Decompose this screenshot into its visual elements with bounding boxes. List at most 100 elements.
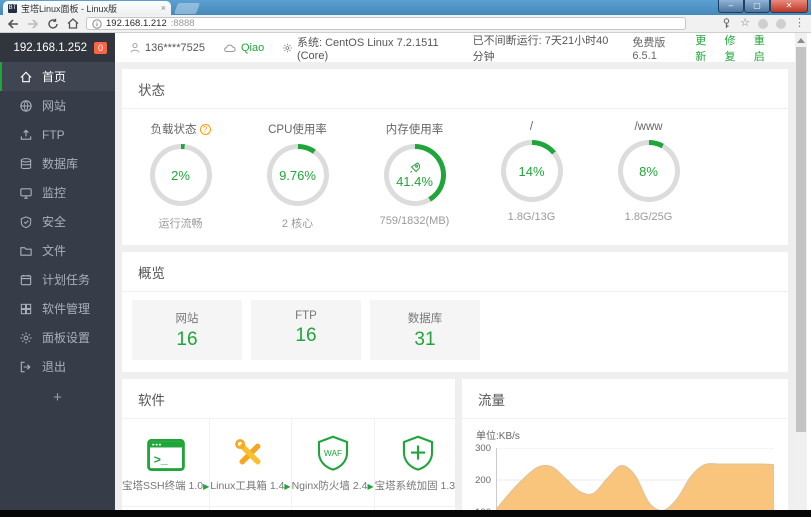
more-arrow-icon: ▶	[203, 482, 210, 491]
extension-icon[interactable]	[776, 18, 786, 29]
favicon-icon: BT	[8, 3, 17, 13]
restart-link[interactable]: 重启	[754, 32, 773, 64]
account-phone[interactable]: 136****7525	[129, 42, 205, 54]
info-icon[interactable]	[92, 18, 102, 29]
card-value: 31	[414, 329, 436, 350]
overview-card-database[interactable]: 数据库 31	[370, 300, 480, 360]
sidebar-item-database[interactable]: 数据库	[0, 149, 115, 178]
browser-window: BT 宝塔Linux面板 - Linux版 × – ▢ ✕ 192.168.1.…	[0, 0, 811, 517]
sidebar-item-ftp[interactable]: FTP	[0, 120, 115, 149]
shield-check-icon	[20, 215, 32, 228]
monitor-icon	[20, 187, 32, 199]
gauge-load: 负载状态? 2% 运行流畅	[122, 121, 239, 231]
status-title: 状态	[122, 69, 788, 109]
gauge-sub: 2 核心	[281, 218, 314, 230]
system-info: 系统: CentOS Linux 7.2.1511 (Core)	[282, 34, 454, 62]
chart-unit-label: 单位:KB/s	[476, 431, 520, 442]
gauge-label: /www	[634, 121, 663, 133]
menu-dots-icon[interactable]: ⋮	[794, 18, 805, 29]
sidebar-item-settings[interactable]: 面板设置	[0, 323, 115, 352]
gauge-label: 内存使用率	[385, 124, 444, 136]
sidebar-item-logout[interactable]: 退出	[0, 352, 115, 381]
tools-icon	[232, 419, 268, 471]
panel-header: 192.168.1.252 0 136****7525 Qiao 系统: Cen…	[0, 32, 811, 64]
sidebar-item-files[interactable]: 文件	[0, 236, 115, 265]
sidebar-item-monitor[interactable]: 监控	[0, 178, 115, 207]
status-panel: 状态 负载状态? 2% 运行流畅 CPU使用率 9.76% 2 核心 内存使用率…	[122, 69, 788, 245]
refresh-icon[interactable]	[46, 17, 59, 30]
message-badge[interactable]: 0	[93, 41, 107, 54]
scrollbar-up-icon[interactable]	[797, 38, 805, 43]
overview-card-sites[interactable]: 网站 16	[132, 300, 242, 360]
card-label: FTP	[295, 310, 317, 322]
sidebar-item-website[interactable]: 网站	[0, 91, 115, 120]
sidebar-item-software[interactable]: 软件管理	[0, 294, 115, 323]
overview-title: 概览	[122, 252, 788, 292]
grid-icon	[20, 303, 32, 314]
software-item-linux-toolbox[interactable]: Linux工具箱 1.4▶	[210, 419, 292, 507]
more-arrow-icon: ▶	[367, 482, 374, 491]
upload-icon	[20, 129, 32, 140]
home-nav-icon[interactable]	[66, 17, 79, 30]
card-value: 16	[176, 329, 198, 350]
browser-tab[interactable]: BT 宝塔Linux面板 - Linux版 ×	[3, 1, 171, 15]
sidebar-expand-button[interactable]: +	[0, 381, 115, 406]
software-item-system-hardening[interactable]: 宝塔系统加固 1.3▶	[374, 419, 455, 507]
url-bar[interactable]: 192.168.1.212:8888	[86, 17, 686, 30]
software-title: 软件	[122, 379, 455, 419]
gauge-label: /	[529, 121, 534, 133]
minimize-button[interactable]: –	[718, 0, 744, 13]
cloud-chat-icon	[224, 44, 236, 52]
gauge-value: 41.4%	[396, 173, 433, 189]
key-icon[interactable]	[721, 18, 732, 29]
traffic-panel: 流量 单位:KB/s 100200300	[462, 379, 788, 510]
chart-series-upstream	[496, 463, 774, 510]
gauge-ring: 9.76%	[266, 144, 329, 206]
extension-icon[interactable]	[758, 18, 768, 29]
new-tab-button[interactable]	[173, 3, 201, 14]
tab-title: 宝塔Linux面板 - Linux版	[21, 3, 118, 14]
user-icon	[130, 42, 140, 53]
sidebar: 首页 网站 FTP 数据库 监控 安全 文件 计划任务 软件管理 面板设置 退出…	[0, 62, 115, 510]
gauge-label: 负载状态	[150, 124, 197, 136]
url-host: 192.168.1.212	[106, 18, 167, 29]
overview-card-ftp[interactable]: FTP 16	[251, 300, 361, 360]
gauge-sub: 运行流畅	[158, 218, 203, 230]
main-content: 状态 负载状态? 2% 运行流畅 CPU使用率 9.76% 2 核心 内存使用率…	[115, 62, 795, 510]
maximize-button[interactable]: ▢	[744, 0, 770, 13]
tab-close-icon[interactable]: ×	[161, 3, 166, 13]
browser-toolbar: 192.168.1.212:8888 ☆ ⋮	[0, 15, 811, 33]
account-name[interactable]: Qiao	[223, 42, 264, 54]
gauge-ring: 2%	[149, 144, 212, 206]
page-scrollbar[interactable]	[795, 33, 807, 510]
back-icon[interactable]	[6, 17, 19, 30]
gauge-sub: 1.8G/25G	[624, 211, 673, 223]
url-port: :8888	[170, 18, 195, 29]
gauge-ring: 8%	[617, 140, 680, 202]
gear-icon	[283, 43, 292, 52]
software-item-nginx-waf[interactable]: WAF Nginx防火墙 2.4▶	[291, 419, 375, 507]
forward-icon[interactable]	[26, 17, 39, 30]
gauge-value: 9.76%	[279, 167, 316, 183]
calendar-icon	[20, 274, 32, 285]
bookmark-star-icon[interactable]: ☆	[740, 18, 750, 29]
sidebar-item-cron[interactable]: 计划任务	[0, 265, 115, 294]
globe-icon	[20, 99, 32, 112]
sidebar-item-home[interactable]: 首页	[0, 62, 115, 91]
help-icon[interactable]: ?	[199, 123, 211, 135]
sidebar-item-security[interactable]: 安全	[0, 207, 115, 236]
card-value: 16	[295, 325, 317, 346]
gauge-value: 14%	[518, 163, 545, 179]
repair-link[interactable]: 修复	[725, 32, 744, 64]
scrollbar-thumb[interactable]	[796, 47, 806, 432]
software-item-ssh-terminal[interactable]: >_ 宝塔SSH终端 1.0▶	[122, 419, 211, 507]
window-bottom-edge	[0, 510, 811, 517]
traffic-title: 流量	[462, 379, 788, 419]
close-button[interactable]: ✕	[770, 0, 808, 13]
rocket-icon[interactable]	[409, 161, 421, 174]
server-host-block: 192.168.1.252 0	[0, 33, 115, 62]
gauge-value: 2%	[171, 167, 190, 183]
update-link[interactable]: 更新	[695, 32, 714, 64]
more-arrow-icon: ▶	[284, 482, 291, 491]
gauge-cpu: CPU使用率 9.76% 2 核心	[239, 121, 356, 231]
